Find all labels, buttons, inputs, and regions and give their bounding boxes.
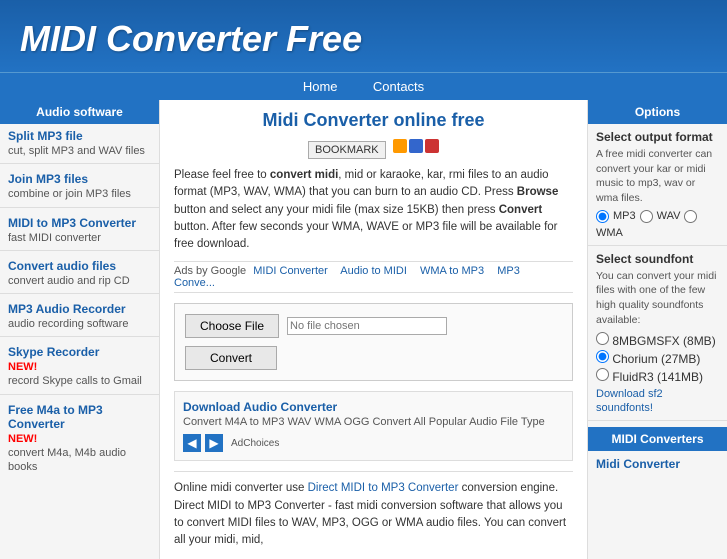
ads-link-1[interactable]: MIDI Converter <box>253 265 328 277</box>
content-area: Midi Converter online free BOOKMARK Plea… <box>160 100 587 559</box>
nav-home[interactable]: Home <box>287 75 354 98</box>
sidebar-desc-m4a-mp3: convert M4a, M4b audio books <box>8 446 151 475</box>
soundfont-label-8mb: 8MBGMSFX (8MB) <box>612 334 715 348</box>
ad-desc: Convert M4A to MP3 WAV WMA OGG Convert A… <box>183 416 564 428</box>
soundfont-desc: You can convert your midi files with one… <box>596 269 719 328</box>
bookmark-button[interactable]: BOOKMARK <box>308 141 386 159</box>
right-sidebar: Options Select output format A free midi… <box>587 100 727 559</box>
bookmark-icon-2 <box>409 139 423 153</box>
format-radio-wav[interactable] <box>640 210 653 223</box>
soundfont-radio-8mb[interactable] <box>596 332 609 345</box>
sidebar-link-join-mp3[interactable]: Join MP3 files <box>8 172 151 186</box>
sidebar-desc-mp3-recorder: audio recording software <box>8 317 151 331</box>
nav-contacts[interactable]: Contacts <box>357 75 440 98</box>
bookmark-icons <box>393 139 439 153</box>
site-title: MIDI Converter Free <box>20 18 707 60</box>
ads-bar: Ads by Google MIDI Converter Audio to MI… <box>174 261 573 293</box>
ad-prev-button[interactable]: ◀ <box>183 434 201 452</box>
soundfont-radio-fluidr3[interactable] <box>596 368 609 381</box>
output-format-title: Select output format <box>596 130 719 144</box>
soundfont-section: Select soundfont You can convert your mi… <box>588 246 727 421</box>
download-sf2-link[interactable]: Download sf2 soundfonts! <box>596 388 663 414</box>
format-label-wma: WMA <box>596 227 623 239</box>
midi-converter-link[interactable]: Midi Converter <box>596 457 719 471</box>
main-container: Audio software Split MP3 file cut, split… <box>0 100 727 559</box>
soundfont-radio-chorium[interactable] <box>596 350 609 363</box>
soundfont-radio-group: 8MBGMSFX (8MB) Chorium (27MB) FluidR3 (1… <box>596 332 719 384</box>
convert-button[interactable]: Convert <box>185 346 277 370</box>
ad-next-button[interactable]: ▶ <box>205 434 223 452</box>
ads-label: Ads by Google <box>174 265 246 277</box>
bookmark-icon-3 <box>425 139 439 153</box>
sidebar-header: Audio software <box>0 100 159 124</box>
bottom-link-1[interactable]: Direct MIDI to MP3 Converter <box>308 482 459 494</box>
ad-nav: ◀ ▶ AdChoices <box>183 434 564 452</box>
left-sidebar: Audio software Split MP3 file cut, split… <box>0 100 160 559</box>
soundfont-title: Select soundfont <box>596 252 719 266</box>
sidebar-item-midi-mp3: MIDI to MP3 Converter fast MIDI converte… <box>0 211 159 247</box>
bookmark-bar: BOOKMARK <box>174 139 573 159</box>
sidebar-desc-skype-recorder: record Skype calls to Gmail <box>8 374 151 388</box>
sidebar-item-mp3-recorder: MP3 Audio Recorder audio recording softw… <box>0 297 159 333</box>
options-header: Options <box>588 100 727 124</box>
bottom-text: Online midi converter use Direct MIDI to… <box>174 471 573 549</box>
sidebar-desc-convert-audio: convert audio and rip CD <box>8 274 151 288</box>
format-radio-wma[interactable] <box>684 210 697 223</box>
format-label-wav: WAV <box>657 210 681 222</box>
new-badge-skype: NEW! <box>8 361 37 373</box>
sidebar-item-convert-audio: Convert audio files convert audio and ri… <box>0 254 159 290</box>
sidebar-desc-split-mp3: cut, split MP3 and WAV files <box>8 144 151 158</box>
nav-bar: Home Contacts <box>0 72 727 100</box>
sidebar-link-split-mp3[interactable]: Split MP3 file <box>8 129 151 143</box>
bottom-text-1: Online midi converter use <box>174 482 308 494</box>
file-row: Choose File <box>185 314 447 338</box>
ads-link-3[interactable]: WMA to MP3 <box>420 265 484 277</box>
sidebar-item-join-mp3: Join MP3 files combine or join MP3 files <box>0 167 159 203</box>
sidebar-link-skype-recorder[interactable]: Skype Recorder <box>8 345 151 359</box>
sidebar-link-midi-mp3[interactable]: MIDI to MP3 Converter <box>8 216 151 230</box>
sidebar-item-skype-recorder: Skype Recorder NEW! record Skype calls t… <box>0 340 159 390</box>
ads-link-2[interactable]: Audio to MIDI <box>340 265 407 277</box>
ad-block: Download Audio Converter Convert M4A to … <box>174 391 573 461</box>
midi-converters-header: MIDI Converters <box>588 427 727 451</box>
sidebar-link-mp3-recorder[interactable]: MP3 Audio Recorder <box>8 302 151 316</box>
soundfont-label-fluidr3: FluidR3 (141MB) <box>612 370 703 384</box>
bookmark-icon-1 <box>393 139 407 153</box>
sidebar-link-convert-audio[interactable]: Convert audio files <box>8 259 151 273</box>
sidebar-link-m4a-mp3[interactable]: Free M4a to MP3 Converter <box>8 403 151 431</box>
choose-file-button[interactable]: Choose File <box>185 314 279 338</box>
new-badge-m4a: NEW! <box>8 433 37 445</box>
file-upload-area: Choose File Convert <box>174 303 573 381</box>
midi-converters-section: Midi Converter <box>588 451 727 477</box>
info-text: Please feel free to convert midi, mid or… <box>174 167 573 253</box>
format-label-mp3: MP3 <box>613 210 636 222</box>
sidebar-desc-midi-mp3: fast MIDI converter <box>8 231 151 245</box>
format-radio-mp3[interactable] <box>596 210 609 223</box>
output-format-desc: A free midi converter can convert your k… <box>596 147 719 206</box>
ad-link[interactable]: Download Audio Converter <box>183 400 337 414</box>
ad-choices: AdChoices <box>231 438 279 449</box>
header: MIDI Converter Free <box>0 0 727 72</box>
format-radio-group: MP3 WAV WMA <box>596 210 719 239</box>
content-title: Midi Converter online free <box>174 110 573 131</box>
sidebar-item-split-mp3: Split MP3 file cut, split MP3 and WAV fi… <box>0 124 159 160</box>
soundfont-label-chorium: Chorium (27MB) <box>612 352 700 366</box>
sidebar-item-m4a-mp3: Free M4a to MP3 Converter NEW! convert M… <box>0 398 159 477</box>
sidebar-desc-join-mp3: combine or join MP3 files <box>8 187 151 201</box>
output-format-section: Select output format A free midi convert… <box>588 124 727 246</box>
file-name-input[interactable] <box>287 317 447 335</box>
